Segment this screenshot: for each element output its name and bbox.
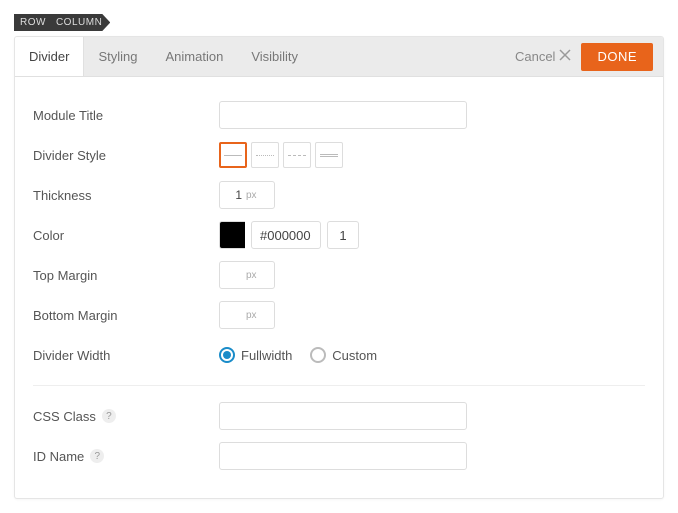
help-icon[interactable]: ? <box>102 409 116 423</box>
module-title-input[interactable] <box>219 101 467 129</box>
cancel-button[interactable]: Cancel <box>505 49 581 64</box>
bottom-margin-field: px <box>219 301 275 329</box>
label-color: Color <box>33 228 219 243</box>
label-id-name: ID Name <box>33 449 84 464</box>
settings-panel: Divider Styling Animation Visibility Can… <box>14 36 664 499</box>
label-thickness: Thickness <box>33 188 219 203</box>
css-class-input[interactable] <box>219 402 467 430</box>
tab-visibility[interactable]: Visibility <box>237 37 312 76</box>
divider-style-double[interactable] <box>315 142 343 168</box>
color-opacity-input[interactable] <box>327 221 359 249</box>
radio-fullwidth[interactable]: Fullwidth <box>219 347 292 363</box>
label-bottom-margin: Bottom Margin <box>33 308 219 323</box>
close-icon <box>559 49 571 64</box>
divider-style-solid[interactable] <box>219 142 247 168</box>
done-button[interactable]: DONE <box>581 43 653 71</box>
thickness-field: px <box>219 181 275 209</box>
breadcrumb[interactable]: ROW COLUMN <box>14 14 110 31</box>
divider-style-dashed[interactable] <box>283 142 311 168</box>
label-top-margin: Top Margin <box>33 268 219 283</box>
bottom-margin-input[interactable] <box>220 302 246 328</box>
top-margin-input[interactable] <box>220 262 246 288</box>
bottom-margin-unit: px <box>246 310 263 321</box>
divider-style-dotted[interactable] <box>251 142 279 168</box>
breadcrumb-column: COLUMN <box>56 17 102 28</box>
cancel-label: Cancel <box>515 49 555 64</box>
tab-styling[interactable]: Styling <box>84 37 151 76</box>
divider-width-group: Fullwidth Custom <box>219 347 377 363</box>
radio-icon <box>219 347 235 363</box>
radio-icon <box>310 347 326 363</box>
radio-fullwidth-label: Fullwidth <box>241 348 292 363</box>
radio-custom[interactable]: Custom <box>310 347 377 363</box>
color-hex-input[interactable] <box>251 221 321 249</box>
help-icon[interactable]: ? <box>90 449 104 463</box>
form-body: Module Title Divider Style Thickness <box>15 77 663 494</box>
tab-bar: Divider Styling Animation Visibility Can… <box>15 37 663 77</box>
tab-animation[interactable]: Animation <box>152 37 238 76</box>
color-swatch[interactable] <box>219 221 245 249</box>
radio-custom-label: Custom <box>332 348 377 363</box>
thickness-unit: px <box>246 190 263 201</box>
label-divider-width: Divider Width <box>33 348 219 363</box>
tab-divider[interactable]: Divider <box>15 37 84 76</box>
thickness-input[interactable] <box>220 182 246 208</box>
label-css-class: CSS Class <box>33 409 96 424</box>
top-margin-field: px <box>219 261 275 289</box>
label-module-title: Module Title <box>33 108 219 123</box>
top-margin-unit: px <box>246 270 263 281</box>
label-divider-style: Divider Style <box>33 148 219 163</box>
breadcrumb-row: ROW <box>20 17 46 28</box>
id-name-input[interactable] <box>219 442 467 470</box>
section-divider <box>33 385 645 386</box>
divider-style-options <box>219 142 343 168</box>
